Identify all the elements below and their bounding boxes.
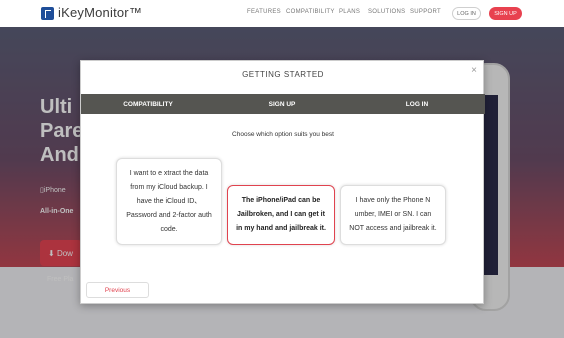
option-card-icloud[interactable]: I want to e xtract the data from my iClo… xyxy=(116,158,222,245)
signup-button[interactable]: SIGN UP xyxy=(489,7,522,20)
modal-title: GETTING STARTED xyxy=(242,70,324,79)
option-card-icloud-text: I want to e xtract the data from my iClo… xyxy=(126,169,212,233)
option-card-phone-number-text: I have only the Phone N umber, IMEI or S… xyxy=(349,197,437,232)
ikeymonitor-logo-icon[interactable] xyxy=(41,7,54,20)
tab-compatibility[interactable]: COMPATIBILITY xyxy=(81,94,215,114)
option-card-jailbreak-text: The iPhone/iPad can be Jailbroken, and I… xyxy=(236,197,326,232)
getting-started-modal: GETTING STARTED × COMPATIBILITY SIGN UP … xyxy=(80,60,485,304)
nav-features[interactable]: FEATURES xyxy=(247,9,281,15)
option-card-phone-number[interactable]: I have only the Phone N umber, IMEI or S… xyxy=(340,185,446,245)
close-icon[interactable]: × xyxy=(471,65,477,76)
previous-button[interactable]: Previous xyxy=(86,282,149,298)
top-navbar: iKeyMonitor™ FEATURES COMPATIBILITY PLAN… xyxy=(0,0,564,27)
modal-tabs: COMPATIBILITY SIGN UP LOG IN xyxy=(81,94,485,114)
nav-compatibility[interactable]: COMPATIBILITY xyxy=(286,9,335,15)
login-button[interactable]: LOG IN xyxy=(452,7,481,20)
option-card-jailbreak[interactable]: The iPhone/iPad can be Jailbroken, and I… xyxy=(227,185,335,245)
choose-option-prompt: Choose which option suits you best xyxy=(232,131,334,138)
tab-sign-up[interactable]: SIGN UP xyxy=(215,94,349,114)
tab-log-in[interactable]: LOG IN xyxy=(349,94,485,114)
nav-support[interactable]: SUPPORT xyxy=(410,9,441,15)
brand-name[interactable]: iKeyMonitor™ xyxy=(58,5,142,20)
nav-solutions[interactable]: SOLUTIONS xyxy=(368,9,405,15)
nav-plans[interactable]: PLANS xyxy=(339,9,360,15)
